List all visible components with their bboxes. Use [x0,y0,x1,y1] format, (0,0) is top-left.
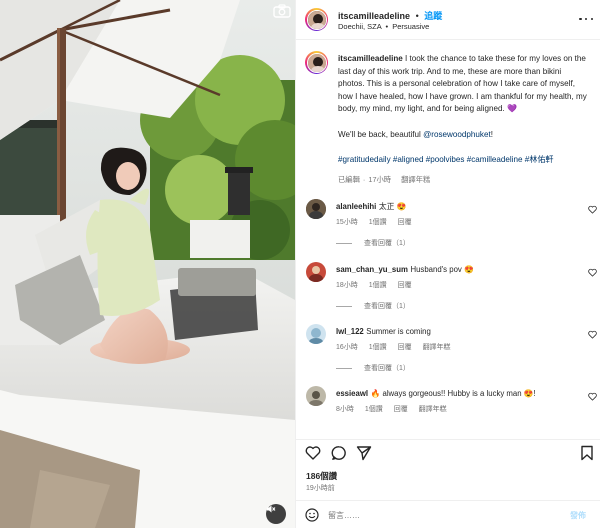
commenter-avatar[interactable] [306,262,326,282]
comment-translate[interactable]: 翻譯年糕 [423,344,451,351]
heart-icon[interactable] [588,205,597,214]
camera-icon[interactable] [273,4,291,18]
comment-likes[interactable]: 1個讚 [369,344,387,351]
comment-reply-button[interactable]: 回覆 [398,282,412,289]
comment-reply-button[interactable]: 回覆 [394,406,408,413]
view-replies-button[interactable]: 查看回覆（1） [336,238,410,248]
post-time: 19小時前 [306,485,335,492]
commenter-avatar[interactable] [306,324,326,344]
follow-button[interactable]: 追蹤 [424,11,442,21]
caption-username[interactable]: itscamilleadeline [338,54,403,63]
caption-line2-prefix: We'll be back, beautiful [338,129,424,139]
comment-meta: 8小時 1個讚 回覆 翻譯年糕 [336,404,456,414]
caption-line2-suffix: ! [490,129,493,139]
post-audio-line: Doechii, SZA • Persuasive [338,22,429,31]
caption-translate[interactable]: 翻譯年糕 [401,175,430,184]
view-replies-button[interactable]: 查看回覆（1） [336,301,410,311]
comment-text: 太正 😍 [378,202,407,211]
view-replies-button[interactable]: 查看回覆（1） [336,363,410,373]
caption-heart-emoji: 💜 [507,104,517,114]
comment-username[interactable]: essieawl [336,389,368,398]
commenter-avatar[interactable] [306,386,326,406]
comment-username[interactable]: alanleehihi [336,202,376,211]
edited-label: 已編輯 [338,175,360,184]
hashtags[interactable]: #gratitudedaily #aligned #poolvibes #cam… [338,155,554,164]
comment-reply-button[interactable]: 回覆 [398,344,412,351]
heart-icon[interactable] [305,445,321,461]
add-comment-bar: 發佈 [296,500,600,528]
comment-meta: 18小時 1個讚 回覆 [336,280,421,290]
separator-dot: • [415,11,419,21]
comment-body: sam_chan_yu_sum Husband's pov 😍 [336,264,474,274]
comment-username[interactable]: sam_chan_yu_sum [336,265,408,274]
smiley-icon[interactable] [305,508,319,522]
comment-input[interactable] [328,507,558,523]
heart-icon[interactable] [588,392,597,401]
comment-icon[interactable] [331,445,347,461]
comment-text: Husband's pov 😍 [410,265,474,274]
comment-text: Summer is coming [366,327,431,336]
comment-body: lwl_122 Summer is coming [336,326,431,336]
comment-likes[interactable]: 1個讚 [365,406,383,413]
comment-meta: 15小時 1個讚 回覆 [336,217,421,227]
author-line: itscamilleadeline • 追蹤 [338,9,442,22]
comment-time: 8小時 [336,406,354,413]
comment-meta: 16小時 1個讚 回覆 翻譯年糕 [336,342,460,352]
heart-icon[interactable] [588,330,597,339]
comment-body: essieawl 🔥 always gorgeous!! Hubby is a … [336,388,536,398]
caption-author-avatar[interactable] [305,51,328,74]
comment-time: 16小時 [336,344,358,351]
comment-username[interactable]: lwl_122 [336,327,364,336]
comment-time: 18小時 [336,282,358,289]
more-icon[interactable] [579,16,593,22]
comment-likes[interactable]: 1個讚 [369,219,387,226]
comment-reply-button[interactable]: 回覆 [398,219,412,226]
post-caption: itscamilleadeline I took the chance to t… [338,53,588,166]
comment-likes[interactable]: 1個讚 [369,282,387,289]
audio-artist[interactable]: Doechii, SZA [338,22,381,31]
view-replies-label[interactable]: 查看回覆（1） [364,240,410,247]
view-replies-label[interactable]: 查看回覆（1） [364,303,410,310]
view-replies-label[interactable]: 查看回覆（1） [364,365,410,372]
caption-time: 17小時 [368,175,392,184]
mention-link[interactable]: @rosewoodphuket [423,130,491,139]
post-photo[interactable] [0,0,295,528]
author-avatar[interactable] [305,8,328,31]
post-header: itscamilleadeline • 追蹤 Doechii, SZA • Pe… [296,0,600,40]
caption-meta: 已編輯 · 17小時 翻譯年糕 [338,175,431,184]
post-side-panel: itscamilleadeline • 追蹤 Doechii, SZA • Pe… [295,0,600,528]
instagram-post-viewer: itscamilleadeline • 追蹤 Doechii, SZA • Pe… [0,0,600,528]
comments-scroll-area[interactable]: itscamilleadeline I took the chance to t… [296,41,600,439]
comment-time: 15小時 [336,219,358,226]
send-icon[interactable] [356,445,372,461]
audio-separator: • [385,22,389,31]
heart-icon[interactable] [588,268,597,277]
audio-track[interactable]: Persuasive [392,22,429,31]
comment-text: 🔥 always gorgeous!! Hubby is a lucky man… [370,389,536,398]
sound-off-icon[interactable] [266,504,286,524]
photo-illustration [0,0,295,528]
comment-translate[interactable]: 翻譯年糕 [419,406,447,413]
likes-count[interactable]: 186個讚 [306,470,337,482]
author-username[interactable]: itscamilleadeline [338,11,410,21]
post-comment-button[interactable]: 發佈 [570,510,586,521]
bookmark-icon[interactable] [579,445,595,461]
comment-body: alanleehihi 太正 😍 [336,201,406,212]
commenter-avatar[interactable] [306,199,326,219]
